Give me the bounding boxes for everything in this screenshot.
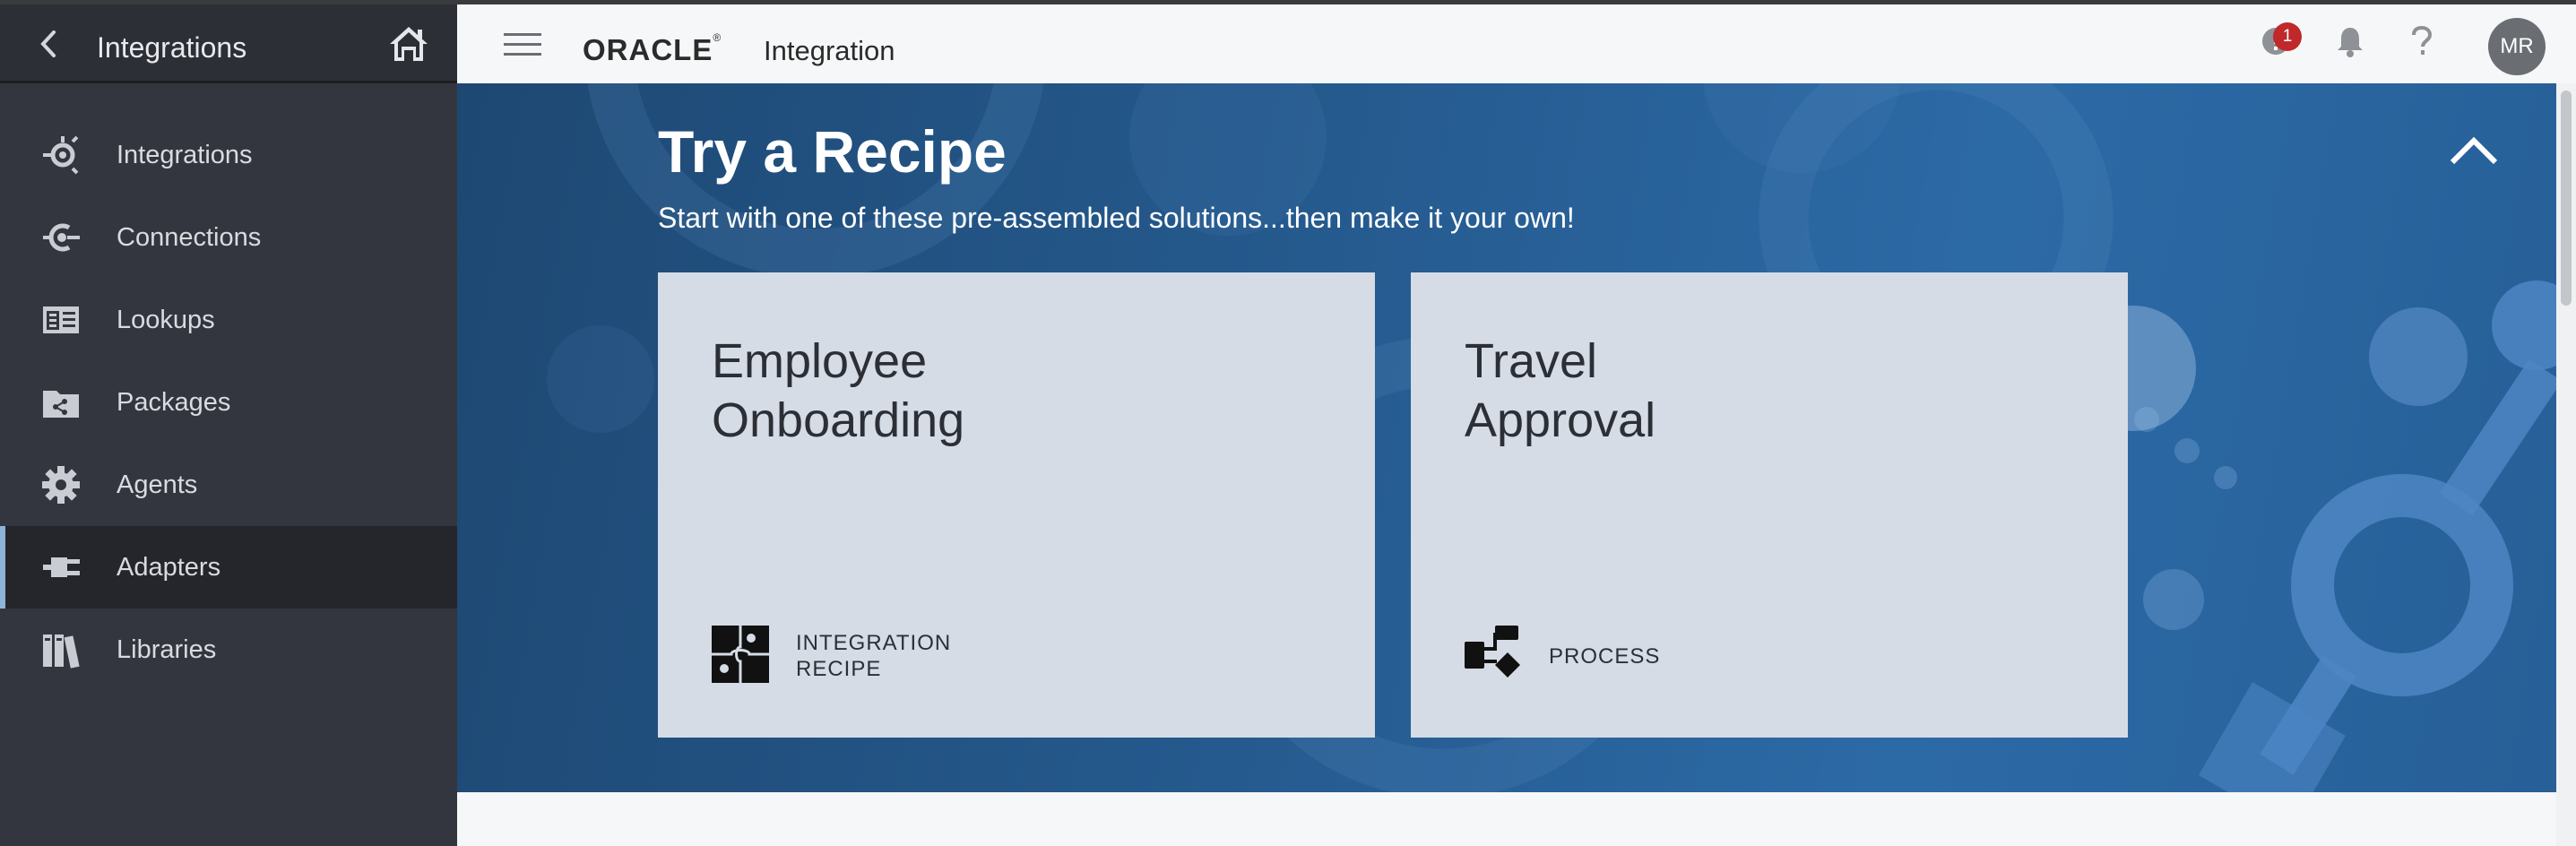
hamburger-icon bbox=[504, 33, 541, 56]
lookups-icon bbox=[39, 298, 82, 341]
help-button[interactable] bbox=[2402, 22, 2442, 61]
home-icon bbox=[390, 27, 428, 61]
sidebar-item-label: Agents bbox=[117, 470, 198, 499]
sidebar-header: Integrations bbox=[0, 4, 457, 83]
vertical-scrollbar[interactable] bbox=[2556, 83, 2576, 846]
recipe-card-title: Travel Approval bbox=[1465, 334, 1656, 447]
back-button[interactable] bbox=[34, 30, 63, 58]
sidebar-item-packages[interactable]: Packages bbox=[0, 361, 457, 444]
sidebar-item-integrations[interactable]: Integrations bbox=[0, 114, 457, 196]
hamburger-menu-button[interactable] bbox=[504, 31, 541, 58]
registered-mark: ® bbox=[713, 31, 722, 44]
sidebar-item-label: Lookups bbox=[117, 305, 215, 334]
sidebar-nav: Integrations Connections Lookups Package… bbox=[0, 114, 457, 691]
sidebar-item-label: Integrations bbox=[117, 140, 253, 169]
recipe-card-type: PROCESS bbox=[1549, 644, 1661, 669]
home-button[interactable] bbox=[387, 24, 430, 64]
puzzle-icon bbox=[712, 626, 769, 683]
collapse-banner-button[interactable] bbox=[2447, 130, 2501, 169]
help-icon bbox=[2412, 25, 2433, 55]
sidebar-item-adapters[interactable]: Adapters bbox=[0, 526, 457, 609]
sidebar-item-label: Connections bbox=[117, 222, 262, 252]
chevron-left-icon bbox=[40, 30, 56, 57]
recipe-card-employee-onboarding[interactable]: Employee Onboarding INTEGRATION RECIPE bbox=[658, 272, 1375, 738]
banner-subtitle: Start with one of these pre-assembled so… bbox=[658, 202, 1575, 234]
notifications-button[interactable] bbox=[2330, 22, 2370, 61]
oracle-logo: ORACLE® bbox=[583, 31, 722, 67]
sidebar: Integrations Integrations Connections Lo… bbox=[0, 4, 457, 846]
connections-icon bbox=[39, 216, 82, 259]
process-flow-icon bbox=[1465, 626, 1522, 683]
sidebar-item-label: Packages bbox=[117, 387, 231, 417]
integrations-icon bbox=[39, 134, 82, 177]
try-a-recipe-banner: Try a Recipe Start with one of these pre… bbox=[457, 83, 2556, 792]
gear-icon bbox=[39, 463, 82, 506]
app-name: Integration bbox=[764, 35, 895, 66]
recipe-card-title: Employee Onboarding bbox=[712, 334, 965, 447]
bell-icon bbox=[2338, 28, 2363, 57]
sidebar-item-label: Adapters bbox=[117, 552, 221, 582]
sidebar-item-label: Libraries bbox=[117, 634, 217, 664]
recipe-card-type: INTEGRATION RECIPE bbox=[796, 631, 952, 681]
plug-icon bbox=[39, 546, 82, 589]
books-icon bbox=[39, 628, 82, 671]
sidebar-item-connections[interactable]: Connections bbox=[0, 196, 457, 279]
sidebar-item-agents[interactable]: Agents bbox=[0, 444, 457, 526]
chevron-up-icon bbox=[2450, 136, 2498, 165]
avatar[interactable]: MR bbox=[2488, 18, 2546, 75]
recipe-card-travel-approval[interactable]: Travel Approval PROCESS bbox=[1411, 272, 2128, 738]
sidebar-item-libraries[interactable]: Libraries bbox=[0, 609, 457, 691]
sidebar-item-lookups[interactable]: Lookups bbox=[0, 279, 457, 361]
brand-name: ORACLE bbox=[583, 33, 713, 66]
sidebar-title: Integrations bbox=[97, 31, 247, 64]
scrollbar-thumb[interactable] bbox=[2561, 91, 2572, 306]
banner-title: Try a Recipe bbox=[658, 118, 1007, 185]
packages-icon bbox=[39, 381, 82, 424]
notification-count-badge: 1 bbox=[2273, 22, 2302, 51]
